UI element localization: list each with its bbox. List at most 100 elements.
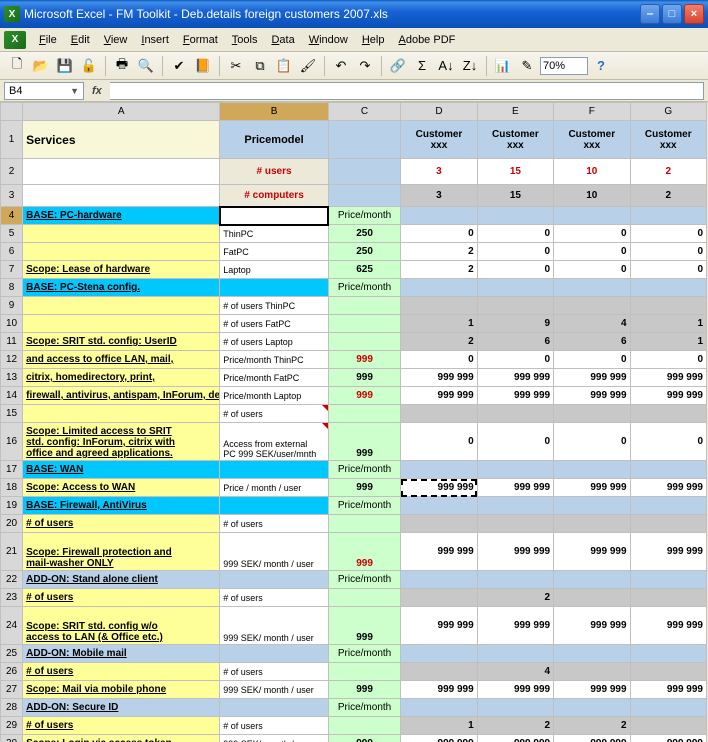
row-header-15[interactable]: 15 bbox=[1, 405, 23, 423]
cell-B4[interactable] bbox=[220, 207, 329, 225]
cell-E24[interactable]: 999 999 bbox=[477, 607, 553, 645]
cell-A4[interactable]: BASE: PC-hardware bbox=[23, 207, 220, 225]
cell-D4[interactable] bbox=[401, 207, 477, 225]
cell-A12[interactable]: and access to office LAN, mail, bbox=[23, 351, 220, 369]
cell-G22[interactable] bbox=[630, 571, 706, 589]
col-header-E[interactable]: E bbox=[477, 103, 553, 121]
cell-E6[interactable]: 0 bbox=[477, 243, 553, 261]
formula-input[interactable] bbox=[110, 82, 704, 100]
cell-G27[interactable]: 999 999 bbox=[630, 681, 706, 699]
cell-A7[interactable]: Scope: Lease of hardware bbox=[23, 261, 220, 279]
cell-C1[interactable] bbox=[328, 121, 400, 159]
cell-E22[interactable] bbox=[477, 571, 553, 589]
cell-A3[interactable] bbox=[23, 185, 220, 207]
row-header-2[interactable]: 2 bbox=[1, 159, 23, 185]
cell-B18[interactable]: Price / month / user bbox=[220, 479, 329, 497]
cell-G7[interactable]: 0 bbox=[630, 261, 706, 279]
row-header-28[interactable]: 28 bbox=[1, 699, 23, 717]
cell-D11[interactable]: 2 bbox=[401, 333, 477, 351]
cell-F29[interactable]: 2 bbox=[554, 717, 630, 735]
col-header-F[interactable]: F bbox=[554, 103, 630, 121]
cell-G25[interactable] bbox=[630, 645, 706, 663]
menu-tools[interactable]: Tools bbox=[225, 32, 265, 48]
drawing-icon[interactable]: ✎ bbox=[516, 55, 538, 77]
row-header-21[interactable]: 21 bbox=[1, 533, 23, 571]
cell-B22[interactable] bbox=[220, 571, 329, 589]
cell-C30[interactable]: 999 bbox=[328, 735, 400, 742]
cell-F17[interactable] bbox=[554, 461, 630, 479]
row-header-3[interactable]: 3 bbox=[1, 185, 23, 207]
cell-E15[interactable] bbox=[477, 405, 553, 423]
cell-G3[interactable]: 2 bbox=[630, 185, 706, 207]
row-header-30[interactable]: 30 bbox=[1, 735, 23, 742]
cell-F27[interactable]: 999 999 bbox=[554, 681, 630, 699]
cell-A17[interactable]: BASE: WAN bbox=[23, 461, 220, 479]
row-header-18[interactable]: 18 bbox=[1, 479, 23, 497]
cell-D18[interactable]: 999 999 bbox=[401, 479, 477, 497]
row-header-11[interactable]: 11 bbox=[1, 333, 23, 351]
cell-A25[interactable]: ADD-ON: Mobile mail bbox=[23, 645, 220, 663]
cell-F10[interactable]: 4 bbox=[554, 315, 630, 333]
cell-B23[interactable]: # of users bbox=[220, 589, 329, 607]
row-header-29[interactable]: 29 bbox=[1, 717, 23, 735]
menu-adobe-pdf[interactable]: Adobe PDF bbox=[391, 32, 462, 48]
cell-B16[interactable]: Access from external PC 999 SEK/user/mnt… bbox=[220, 423, 329, 461]
cell-A10[interactable] bbox=[23, 315, 220, 333]
cell-F22[interactable] bbox=[554, 571, 630, 589]
col-header-G[interactable]: G bbox=[630, 103, 706, 121]
cell-B10[interactable]: # of users FatPC bbox=[220, 315, 329, 333]
cell-C17[interactable]: Price/month bbox=[328, 461, 400, 479]
cell-B7[interactable]: Laptop bbox=[220, 261, 329, 279]
cell-G16[interactable]: 0 bbox=[630, 423, 706, 461]
cell-E19[interactable] bbox=[477, 497, 553, 515]
cell-A19[interactable]: BASE: Firewall, AntiVirus bbox=[23, 497, 220, 515]
cell-G8[interactable] bbox=[630, 279, 706, 297]
cell-G29[interactable] bbox=[630, 717, 706, 735]
cell-F12[interactable]: 0 bbox=[554, 351, 630, 369]
cell-E13[interactable]: 999 999 bbox=[477, 369, 553, 387]
cell-D7[interactable]: 2 bbox=[401, 261, 477, 279]
row-header-23[interactable]: 23 bbox=[1, 589, 23, 607]
cell-F15[interactable] bbox=[554, 405, 630, 423]
row-header-4[interactable]: 4 bbox=[1, 207, 23, 225]
cell-D1[interactable]: Customer xxx bbox=[401, 121, 477, 159]
cell-C4[interactable]: Price/month bbox=[328, 207, 400, 225]
print-icon[interactable]: 🖶 bbox=[111, 55, 133, 77]
open-icon[interactable]: 📂 bbox=[30, 55, 52, 77]
cell-G2[interactable]: 2 bbox=[630, 159, 706, 185]
cell-G17[interactable] bbox=[630, 461, 706, 479]
cell-F6[interactable]: 0 bbox=[554, 243, 630, 261]
cell-A1[interactable]: Services bbox=[23, 121, 220, 159]
cell-F19[interactable] bbox=[554, 497, 630, 515]
cell-A22[interactable]: ADD-ON: Stand alone client bbox=[23, 571, 220, 589]
cell-D25[interactable] bbox=[401, 645, 477, 663]
cell-D14[interactable]: 999 999 bbox=[401, 387, 477, 405]
cell-F14[interactable]: 999 999 bbox=[554, 387, 630, 405]
cell-B28[interactable] bbox=[220, 699, 329, 717]
cell-G11[interactable]: 1 bbox=[630, 333, 706, 351]
cell-C21[interactable]: 999 bbox=[328, 533, 400, 571]
cell-C27[interactable]: 999 bbox=[328, 681, 400, 699]
copy-icon[interactable]: ⧉ bbox=[249, 55, 271, 77]
cell-F13[interactable]: 999 999 bbox=[554, 369, 630, 387]
cell-G15[interactable] bbox=[630, 405, 706, 423]
cell-B20[interactable]: # of users bbox=[220, 515, 329, 533]
cell-F5[interactable]: 0 bbox=[554, 225, 630, 243]
cell-G28[interactable] bbox=[630, 699, 706, 717]
chart-icon[interactable]: 📊 bbox=[492, 55, 514, 77]
menu-insert[interactable]: Insert bbox=[134, 32, 176, 48]
cell-D13[interactable]: 999 999 bbox=[401, 369, 477, 387]
cell-C12[interactable]: 999 bbox=[328, 351, 400, 369]
cell-F2[interactable]: 10 bbox=[554, 159, 630, 185]
cell-C22[interactable]: Price/month bbox=[328, 571, 400, 589]
cell-G14[interactable]: 999 999 bbox=[630, 387, 706, 405]
cell-A28[interactable]: ADD-ON: Secure ID bbox=[23, 699, 220, 717]
cell-B27[interactable]: 999 SEK/ month / user bbox=[220, 681, 329, 699]
cell-G10[interactable]: 1 bbox=[630, 315, 706, 333]
cell-G24[interactable]: 999 999 bbox=[630, 607, 706, 645]
cell-E16[interactable]: 0 bbox=[477, 423, 553, 461]
cell-F23[interactable] bbox=[554, 589, 630, 607]
cell-F21[interactable]: 999 999 bbox=[554, 533, 630, 571]
cell-A30[interactable]: Scope: Login via access token bbox=[23, 735, 220, 742]
row-header-1[interactable]: 1 bbox=[1, 121, 23, 159]
